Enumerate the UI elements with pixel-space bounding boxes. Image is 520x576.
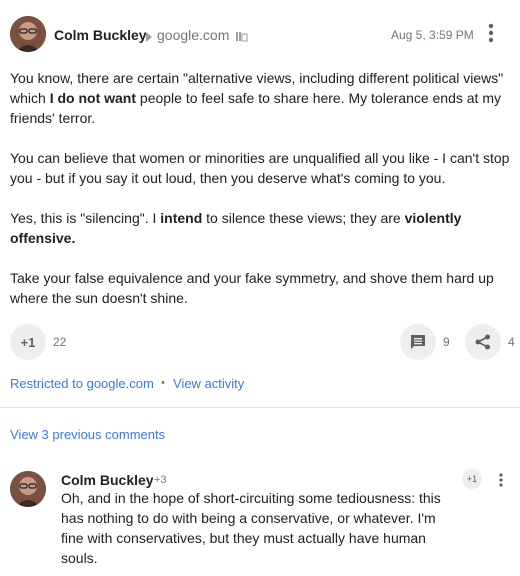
community-icon [236, 29, 248, 47]
view-previous-comments-link[interactable]: View 3 previous comments [10, 427, 165, 442]
post-timestamp[interactable]: Aug 5, 3:59 PM [391, 28, 474, 42]
section-divider [0, 407, 520, 408]
post-community[interactable]: google.com [157, 27, 229, 43]
comment-author-avatar[interactable] [10, 471, 46, 507]
comment-plus-one-button[interactable]: +1 [462, 469, 482, 489]
restricted-link[interactable]: Restricted to google.com [10, 376, 154, 391]
plus-one-label: +1 [20, 334, 36, 350]
post-paragraph-4: Take your false equivalence and your fak… [10, 270, 494, 306]
comment-button[interactable] [400, 324, 436, 360]
arrow-right-icon [146, 29, 152, 47]
separator-dot: • [161, 377, 165, 389]
post-paragraph-1: You know, there are certain "alternative… [10, 70, 504, 126]
comment-text: Oh, and in the hope of short-circuiting … [61, 490, 441, 566]
more-vert-icon[interactable] [486, 22, 496, 44]
post-paragraph-3: Yes, this is "silencing". I intend to si… [10, 210, 462, 246]
share-button[interactable] [465, 324, 501, 360]
share-count: 4 [508, 335, 515, 349]
comment-more-vert-icon[interactable] [498, 472, 504, 488]
comment-plus-one-label: +1 [466, 474, 478, 484]
share-icon [475, 334, 490, 350]
comment-count: 9 [443, 335, 450, 349]
comment-icon [411, 335, 425, 349]
comment-plus-count: +3 [154, 474, 167, 486]
post-author-name[interactable]: Colm Buckley [54, 27, 147, 43]
post-paragraph-2: You can believe that women or minorities… [10, 150, 510, 186]
view-activity-link[interactable]: View activity [173, 376, 244, 391]
plus-one-button[interactable]: +1 [10, 324, 46, 360]
author-avatar[interactable] [10, 16, 46, 52]
comment-author-name[interactable]: Colm Buckley [61, 472, 154, 488]
plus-one-count: 22 [53, 335, 67, 349]
